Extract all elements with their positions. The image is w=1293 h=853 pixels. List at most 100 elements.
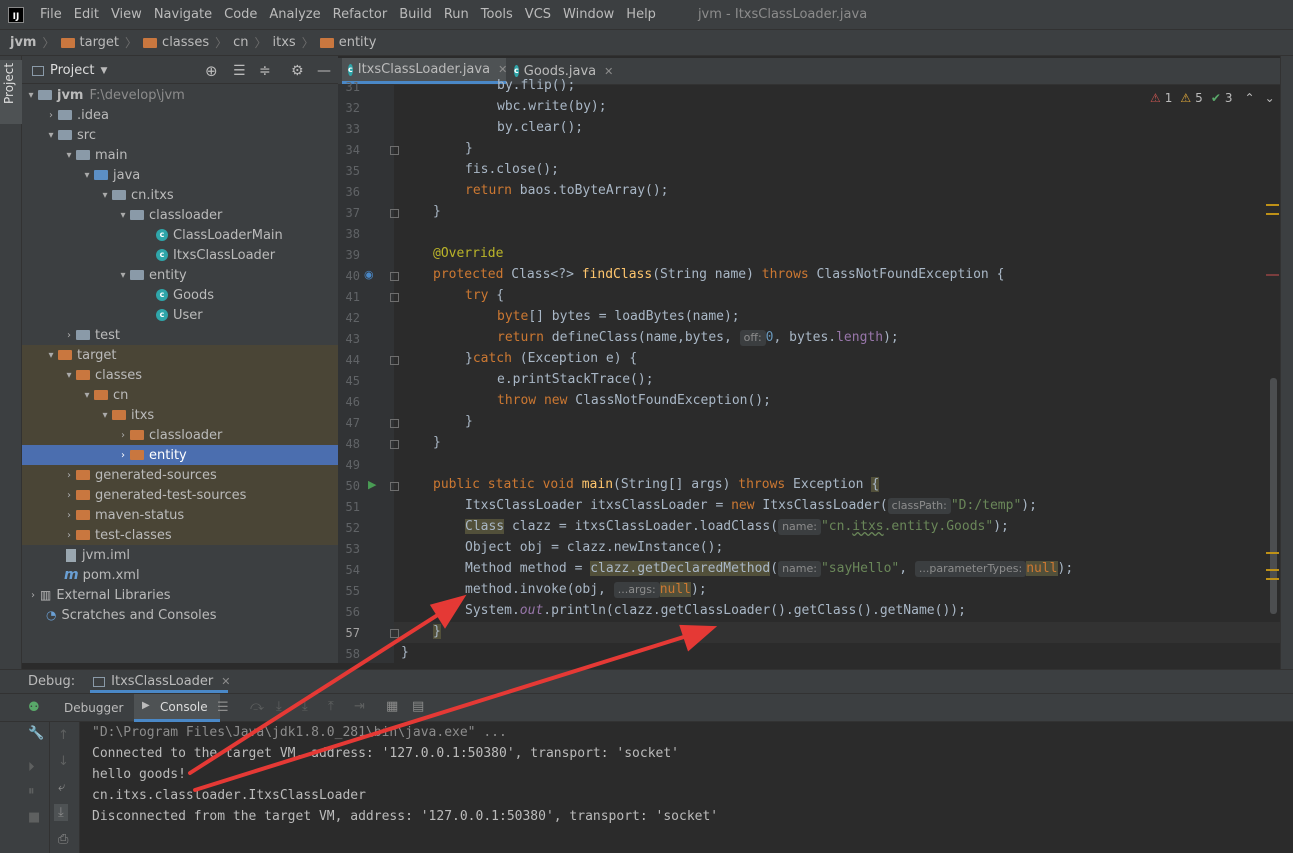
menu-icon[interactable]: ☰ — [217, 700, 229, 715]
fold-marker-icon[interactable] — [390, 440, 399, 449]
chevron-down-icon[interactable]: ▾ — [24, 90, 38, 101]
chevron-right-icon[interactable]: › — [62, 470, 76, 481]
evaluate-icon[interactable]: ▦ — [386, 699, 398, 714]
menu-tools[interactable]: Tools — [475, 0, 519, 29]
force-step-into-icon[interactable]: ⤓ — [302, 699, 308, 714]
chevron-down-icon[interactable]: ▾ — [98, 190, 112, 201]
tree-item-classloader[interactable]: ▾ classloader — [22, 205, 338, 225]
menu-build[interactable]: Build — [393, 0, 438, 29]
chevron-right-icon[interactable]: › — [62, 530, 76, 541]
menu-refactor[interactable]: Refactor — [327, 0, 394, 29]
step-out-icon[interactable]: ⤒ — [328, 699, 334, 714]
step-into-icon[interactable]: ⤓ — [276, 699, 282, 714]
debug-session-tab[interactable]: ItxsClassLoader — [111, 674, 213, 689]
tree-item-classloadermain[interactable]: c ClassLoaderMain — [22, 225, 338, 245]
chevron-down-icon[interactable]: ▾ — [44, 350, 58, 361]
rerun-icon[interactable]: ⚉ — [28, 700, 40, 715]
scroll-to-end-icon[interactable]: ⤓ — [54, 804, 68, 821]
arrow-up-icon[interactable]: ↑ — [58, 728, 69, 743]
tree-item-idea[interactable]: › .idea — [22, 105, 338, 125]
breadcrumb-item-cn[interactable]: cn — [233, 35, 248, 50]
menu-edit[interactable]: Edit — [68, 0, 105, 29]
locate-icon[interactable]: ⊕ — [205, 62, 218, 80]
tree-item-user[interactable]: c User — [22, 305, 338, 325]
fold-marker-icon[interactable] — [390, 482, 399, 491]
tree-item-goods[interactable]: c Goods — [22, 285, 338, 305]
menu-window[interactable]: Window — [557, 0, 620, 29]
run-to-cursor-icon[interactable]: ⇥ — [354, 699, 365, 714]
tree-item-jvm[interactable]: ▾ jvm F:\develop\jvm — [22, 85, 338, 105]
tree-item-target[interactable]: ▾ target — [22, 345, 338, 365]
breadcrumb-item-target[interactable]: target — [60, 35, 119, 50]
step-over-icon[interactable]: ⤼ — [250, 699, 264, 714]
menu-view[interactable]: View — [105, 0, 148, 29]
warning-stripe-mark[interactable] — [1266, 552, 1279, 554]
project-view-selector[interactable]: Project — [50, 63, 94, 78]
tree-item-external-libraries[interactable]: › ▥ External Libraries — [22, 585, 338, 605]
expand-all-icon[interactable]: ☰ — [233, 63, 246, 79]
tab-debugger[interactable]: Debugger — [64, 701, 123, 715]
chevron-down-icon[interactable]: ⌄ — [1265, 91, 1275, 105]
chevron-right-icon[interactable]: › — [62, 330, 76, 341]
tree-item-jvm-iml[interactable]: jvm.iml — [22, 545, 338, 565]
breadcrumb-item-itxs[interactable]: itxs — [273, 35, 296, 50]
arrow-down-icon[interactable]: ↓ — [58, 754, 69, 769]
chevron-right-icon[interactable]: › — [62, 510, 76, 521]
chevron-down-icon[interactable]: ▼ — [100, 66, 107, 76]
chevron-right-icon[interactable]: › — [44, 110, 58, 121]
close-icon[interactable]: ✕ — [604, 65, 613, 78]
chevron-right-icon[interactable]: › — [62, 490, 76, 501]
menu-help[interactable]: Help — [620, 0, 662, 29]
menu-file[interactable]: File — [34, 0, 68, 29]
minimize-icon[interactable]: — — [317, 63, 331, 79]
settings-icon[interactable]: 🔧 — [28, 726, 44, 741]
tree-item-generated-sources[interactable]: › generated-sources — [22, 465, 338, 485]
tree-item-itxs[interactable]: ▾ itxs — [22, 405, 338, 425]
chevron-down-icon[interactable]: ▾ — [80, 390, 94, 401]
breadcrumb-item-jvm[interactable]: jvm — [10, 35, 36, 50]
tree-item-main[interactable]: ▾ main — [22, 145, 338, 165]
menu-navigate[interactable]: Navigate — [148, 0, 218, 29]
breadcrumb-item-classes[interactable]: classes — [143, 35, 209, 50]
fold-marker-icon[interactable] — [390, 629, 399, 638]
inspections-widget[interactable]: ⚠ 1 ⚠ 5 ✔ 3 ⌃ ⌄ — [1150, 91, 1275, 105]
warning-stripe-mark[interactable] — [1266, 569, 1279, 571]
warning-stripe-mark[interactable] — [1266, 578, 1279, 580]
tree-item-entity-src[interactable]: ▾ entity — [22, 265, 338, 285]
tree-item-cn-itxs[interactable]: ▾ cn.itxs — [22, 185, 338, 205]
tree-item-maven-status[interactable]: › maven-status — [22, 505, 338, 525]
breadcrumb-item-entity[interactable]: entity — [319, 35, 376, 50]
chevron-up-icon[interactable]: ⌃ — [1245, 91, 1255, 105]
menu-run[interactable]: Run — [438, 0, 475, 29]
fold-marker-icon[interactable] — [390, 272, 399, 281]
tab-console[interactable]: ▶ Console — [134, 694, 220, 722]
fold-marker-icon[interactable] — [390, 356, 399, 365]
close-icon[interactable]: ✕ — [221, 675, 230, 688]
chevron-down-icon[interactable]: ▾ — [98, 410, 112, 421]
menu-vcs[interactable]: VCS — [519, 0, 557, 29]
collapse-all-icon[interactable]: ≑ — [259, 63, 271, 79]
tree-item-pom-xml[interactable]: m pom.xml — [22, 565, 338, 585]
tree-item-scratches[interactable]: ◔ Scratches and Consoles — [22, 605, 338, 625]
soft-wrap-icon[interactable]: ⤶ — [58, 780, 65, 795]
chevron-down-icon[interactable]: ▾ — [80, 170, 94, 181]
tree-item-classloader-target[interactable]: › classloader — [22, 425, 338, 445]
tree-item-src[interactable]: ▾ src — [22, 125, 338, 145]
tree-item-test[interactable]: › test — [22, 325, 338, 345]
chevron-down-icon[interactable]: ▾ — [44, 130, 58, 141]
chevron-down-icon[interactable]: ▾ — [116, 210, 130, 221]
pause-icon[interactable]: ⏸ — [28, 784, 35, 799]
chevron-right-icon[interactable]: › — [116, 430, 130, 441]
tree-item-classes[interactable]: ▾ classes — [22, 365, 338, 385]
tree-item-entity-target[interactable]: › entity — [22, 445, 338, 465]
print-icon[interactable]: ⎙ — [58, 832, 68, 847]
tree-item-generated-test-sources[interactable]: › generated-test-sources — [22, 485, 338, 505]
tab-itxsclassloader-java[interactable]: c ItxsClassLoader.java ✕ — [342, 58, 507, 84]
menu-code[interactable]: Code — [218, 0, 263, 29]
warning-stripe-mark[interactable] — [1266, 204, 1279, 206]
tree-item-java[interactable]: ▾ java — [22, 165, 338, 185]
fold-marker-icon[interactable] — [390, 209, 399, 218]
stop-icon[interactable]: ■ — [28, 810, 40, 825]
warning-stripe-mark[interactable] — [1266, 213, 1279, 215]
fold-marker-icon[interactable] — [390, 419, 399, 428]
